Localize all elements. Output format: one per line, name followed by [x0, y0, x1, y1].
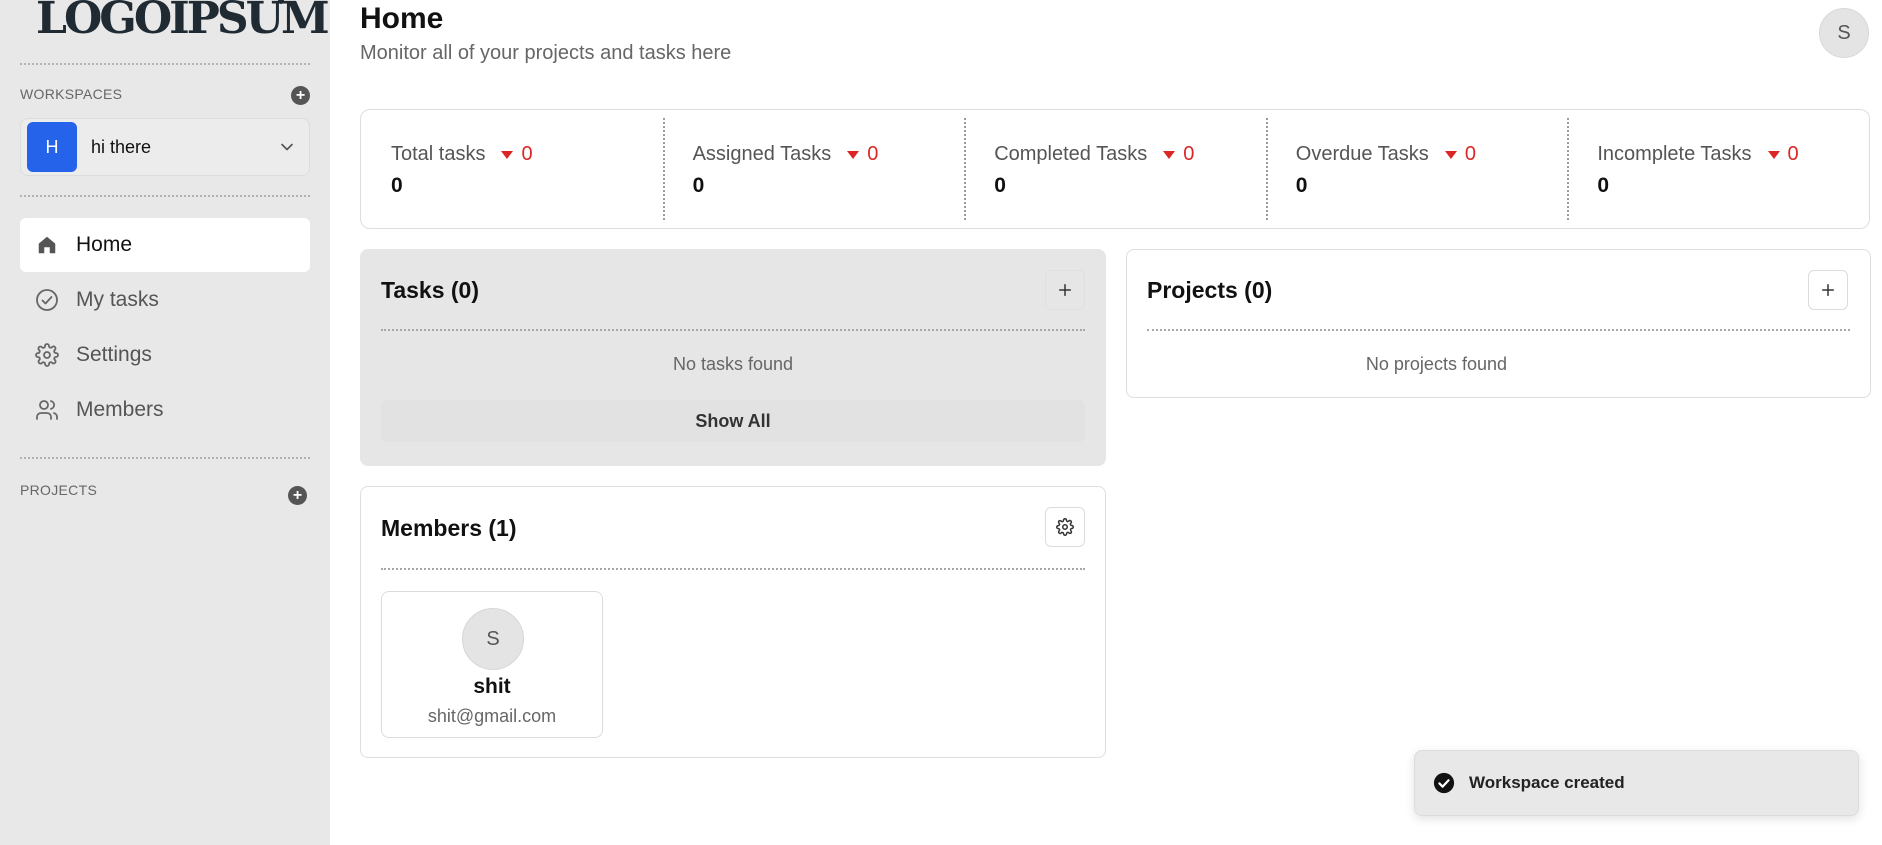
sidebar-item-label: Home: [76, 233, 133, 256]
page-title: Home: [360, 2, 444, 35]
trend-down-icon: [1444, 150, 1457, 159]
sidebar-item-label: My tasks: [76, 288, 159, 311]
page-subtitle: Monitor all of your projects and tasks h…: [360, 42, 732, 64]
sidebar-item-home[interactable]: Home: [20, 218, 310, 272]
members-card: Members (1) S shit shit@gmail.com: [360, 486, 1106, 758]
plus-icon: [1822, 284, 1834, 296]
tasks-empty-text: No tasks found: [672, 354, 794, 374]
stat-value: 0: [1597, 174, 1610, 197]
workspaces-label: WORKSPACES: [20, 86, 123, 102]
users-icon: [34, 397, 60, 423]
projects-empty-text: No projects found: [1365, 354, 1507, 374]
tasks-title: Tasks (0): [381, 277, 480, 303]
sidebar-divider: [20, 195, 310, 197]
stat-assigned-tasks: Assigned Tasks 0 0: [662, 110, 965, 228]
gear-icon: [34, 342, 60, 368]
show-all-button[interactable]: Show All: [381, 400, 1085, 442]
sidebar-item-label: Members: [76, 398, 164, 421]
trend-down-icon: [1767, 150, 1780, 159]
home-icon: [34, 232, 60, 258]
sidebar: LOGOIPSUM WORKSPACES + H hi there Home M…: [0, 0, 330, 845]
stat-label: Total tasks: [391, 143, 486, 165]
sidebar-item-my-tasks[interactable]: My tasks: [20, 273, 310, 327]
stat-label: Completed Tasks: [994, 143, 1148, 165]
card-divider: [381, 329, 1085, 331]
gear-icon: [1056, 518, 1074, 536]
plus-icon: [1059, 284, 1071, 296]
projects-title: Projects (0): [1147, 277, 1273, 303]
stats-bar: Total tasks 0 0 Assigned Tasks 0 0 Compl…: [360, 109, 1870, 229]
trend-down-icon: [501, 150, 514, 159]
stat-label: Incomplete Tasks: [1597, 143, 1752, 165]
stat-delta: 0: [1464, 143, 1476, 165]
projects-card: Projects (0) No projects found: [1126, 249, 1871, 398]
app-logo[interactable]: LOGOIPSUM: [36, 0, 330, 44]
member-avatar: S: [462, 608, 524, 670]
workspace-name: hi there: [91, 136, 152, 157]
workspace-switcher[interactable]: H hi there: [20, 118, 310, 176]
check-circle-icon: [1433, 772, 1455, 794]
stat-value: 0: [692, 174, 705, 197]
stat-delta: 0: [1183, 143, 1195, 165]
user-avatar[interactable]: S: [1819, 8, 1869, 58]
stat-incomplete-tasks: Incomplete Tasks 0 0: [1567, 110, 1869, 228]
sidebar-divider: [20, 63, 310, 65]
projects-label: PROJECTS: [20, 482, 98, 498]
stat-total-tasks: Total tasks 0 0: [361, 110, 663, 228]
add-project-icon[interactable]: +: [288, 486, 307, 505]
stat-value: 0: [391, 174, 403, 197]
sidebar-item-members[interactable]: Members: [20, 383, 310, 437]
stat-label: Assigned Tasks: [692, 143, 832, 165]
card-divider: [1147, 329, 1850, 331]
member-name: shit: [473, 675, 511, 698]
chevron-down-icon: [281, 143, 293, 151]
member-card[interactable]: S shit shit@gmail.com: [381, 591, 603, 738]
stat-delta: 0: [867, 143, 879, 165]
trend-down-icon: [847, 150, 860, 159]
sidebar-item-label: Settings: [76, 343, 152, 366]
member-email: shit@gmail.com: [427, 706, 557, 726]
tasks-card: Tasks (0) No tasks found Show All: [360, 249, 1106, 466]
workspace-avatar: H: [27, 122, 77, 172]
add-project-button[interactable]: [1808, 270, 1848, 310]
card-divider: [381, 568, 1085, 570]
stat-value: 0: [1295, 174, 1308, 197]
trend-down-icon: [1163, 150, 1176, 159]
add-workspace-icon[interactable]: +: [291, 86, 310, 105]
stat-delta: 0: [521, 143, 533, 165]
sidebar-divider: [20, 457, 310, 459]
stat-delta: 0: [1787, 143, 1799, 165]
members-title: Members (1): [381, 515, 517, 541]
check-circle-icon: [34, 287, 60, 313]
sidebar-item-settings[interactable]: Settings: [20, 328, 310, 382]
toast-message: Workspace created: [1469, 773, 1625, 792]
toast-notification[interactable]: Workspace created: [1414, 750, 1859, 816]
members-settings-button[interactable]: [1045, 507, 1085, 547]
stat-label: Overdue Tasks: [1295, 143, 1429, 165]
add-task-button[interactable]: [1045, 270, 1085, 310]
stat-overdue-tasks: Overdue Tasks 0 0: [1265, 110, 1568, 228]
stat-value: 0: [994, 174, 1006, 197]
stat-completed-tasks: Completed Tasks 0 0: [964, 110, 1266, 228]
